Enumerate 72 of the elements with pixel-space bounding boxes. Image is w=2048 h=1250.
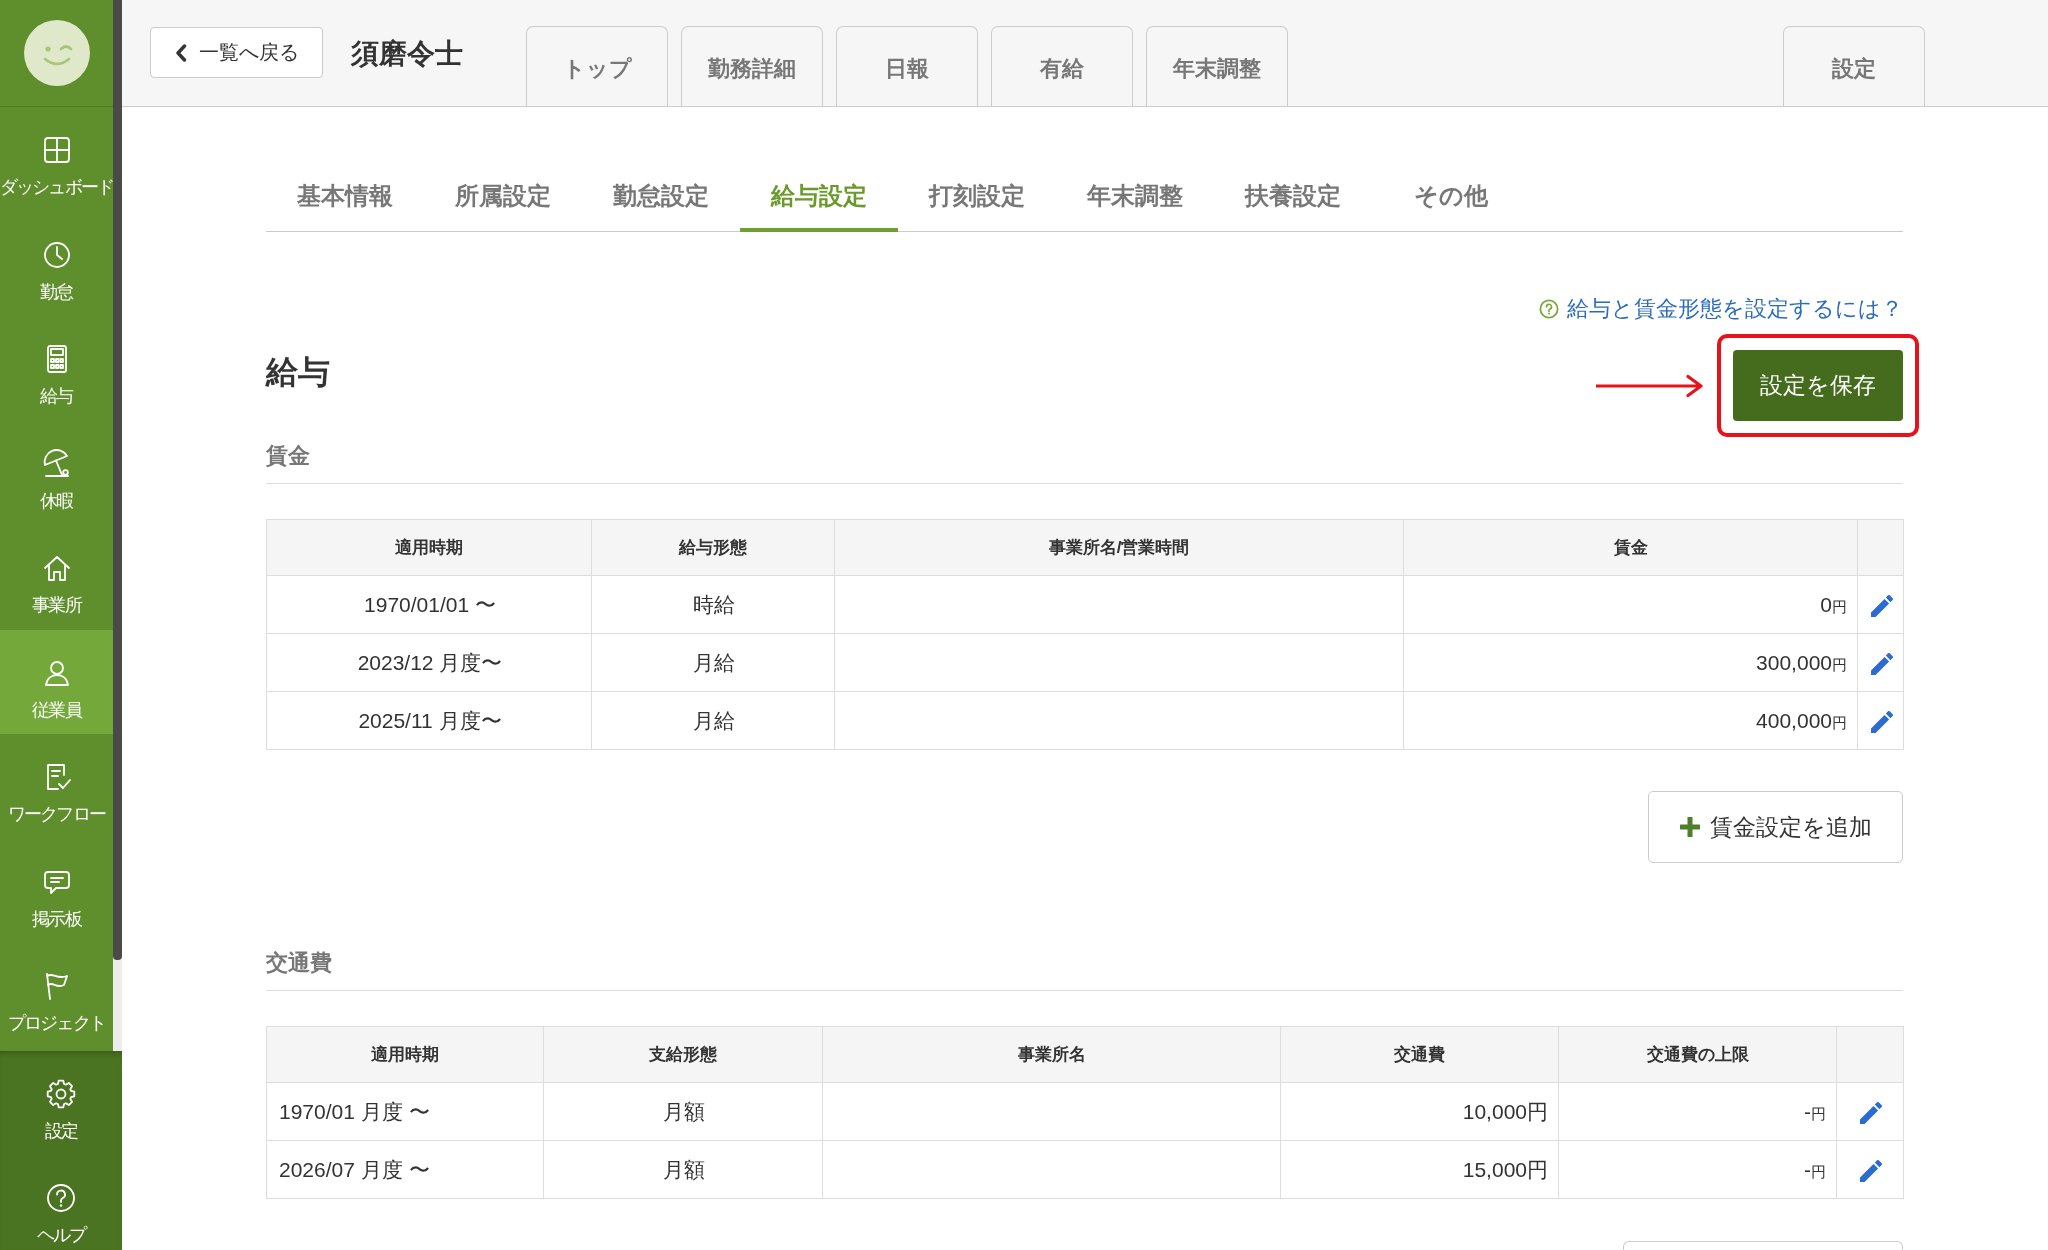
tab[interactable]: 設定: [1783, 26, 1925, 106]
employee-name: 須磨令士: [351, 37, 464, 71]
tab[interactable]: 年末調整: [1056, 160, 1214, 232]
tab[interactable]: 給与設定: [740, 160, 898, 232]
tab[interactable]: 勤務詳細: [681, 26, 823, 106]
tab[interactable]: 扶養設定: [1214, 160, 1372, 232]
pencil-icon[interactable]: [1860, 1159, 1882, 1182]
sidebar-item[interactable]: ヘルプ: [0, 1155, 122, 1250]
table-cell: 15,000円: [1280, 1140, 1559, 1199]
plus-icon: [1679, 817, 1700, 837]
sidebar-item[interactable]: 設定: [0, 1051, 122, 1155]
add-button[interactable]: 賃金設定を追加: [1648, 791, 1903, 863]
tab[interactable]: 基本情報: [266, 160, 424, 232]
column-header: 事業所名/営業時間: [834, 519, 1404, 576]
sidebar-item[interactable]: 勤怠: [0, 211, 113, 316]
table-cell: 2026/07 月度 〜: [266, 1140, 544, 1199]
page-title: 給与: [266, 353, 330, 392]
table-cell: 0円: [1403, 575, 1858, 634]
table-cell: 月給: [591, 691, 835, 750]
sidebar-item[interactable]: 事業所: [0, 525, 113, 630]
table-cell: 月額: [543, 1140, 823, 1199]
tab[interactable]: トップ: [526, 26, 668, 106]
arrow-icon: [1596, 373, 1704, 398]
section-heading: 賃金: [266, 441, 1903, 484]
column-header: 交通費: [1280, 1026, 1559, 1083]
table-cell: -円: [1558, 1140, 1837, 1199]
column-header: 事業所名: [822, 1026, 1281, 1083]
table-cell: -円: [1558, 1082, 1837, 1141]
tab[interactable]: 有給: [991, 26, 1133, 106]
sidebar-item[interactable]: ワークフロー: [0, 734, 113, 839]
table-cell: 月給: [591, 633, 835, 692]
section-heading: 交通費: [266, 948, 1903, 991]
save-button[interactable]: 設定を保存: [1733, 350, 1903, 421]
table-cell: 1970/01/01 〜: [266, 575, 592, 634]
column-header: 賃金: [1403, 519, 1858, 576]
tab[interactable]: 年末調整: [1146, 26, 1288, 106]
column-header: 交通費の上限: [1558, 1026, 1837, 1083]
sidebar-item[interactable]: ダッシュボード: [0, 107, 113, 212]
pencil-icon[interactable]: [1870, 594, 1893, 617]
table-cell: 300,000円: [1403, 633, 1858, 692]
sidebar-item[interactable]: 休暇: [0, 420, 113, 525]
column-header: 適用時期: [266, 519, 592, 576]
sidebar-item[interactable]: プロジェクト: [0, 943, 113, 1048]
tab[interactable]: 勤怠設定: [582, 160, 740, 232]
table-cell: 2025/11 月度〜: [266, 691, 592, 750]
table-cell: 400,000円: [1403, 691, 1858, 750]
settings-icon: [45, 1078, 77, 1110]
column-header: 適用時期: [266, 1026, 544, 1083]
sidebar-item[interactable]: 給与: [0, 316, 113, 421]
sidebar-item[interactable]: 掲示板: [0, 838, 113, 943]
pencil-icon[interactable]: [1870, 710, 1893, 733]
smiley-logo-icon: [23, 20, 90, 86]
tab[interactable]: 打刻設定: [898, 160, 1056, 232]
back-button[interactable]: 一覧へ戻る: [150, 27, 323, 78]
tab[interactable]: 所属設定: [424, 160, 582, 232]
column-header: 支給形態: [543, 1026, 823, 1083]
help-icon: [45, 1182, 77, 1214]
tab[interactable]: その他: [1372, 160, 1530, 232]
table-cell: 10,000円: [1280, 1082, 1559, 1141]
scrollbar-thumb[interactable]: [113, 0, 122, 960]
column-header: 給与形態: [591, 519, 835, 576]
chevron-left-icon: [174, 43, 187, 62]
help-link[interactable]: 給与と賃金形態を設定するには？: [1539, 294, 1903, 324]
table-cell: 2023/12 月度〜: [266, 633, 592, 692]
table-cell: 1970/01 月度 〜: [266, 1082, 544, 1141]
sidebar-item[interactable]: 従業員: [0, 629, 113, 734]
pencil-icon[interactable]: [1860, 1101, 1882, 1124]
help-icon: [1539, 299, 1559, 319]
tab[interactable]: 日報: [836, 26, 978, 106]
pencil-icon[interactable]: [1870, 652, 1893, 675]
table-cell: 時給: [591, 575, 835, 634]
table-cell: 月額: [543, 1082, 823, 1141]
